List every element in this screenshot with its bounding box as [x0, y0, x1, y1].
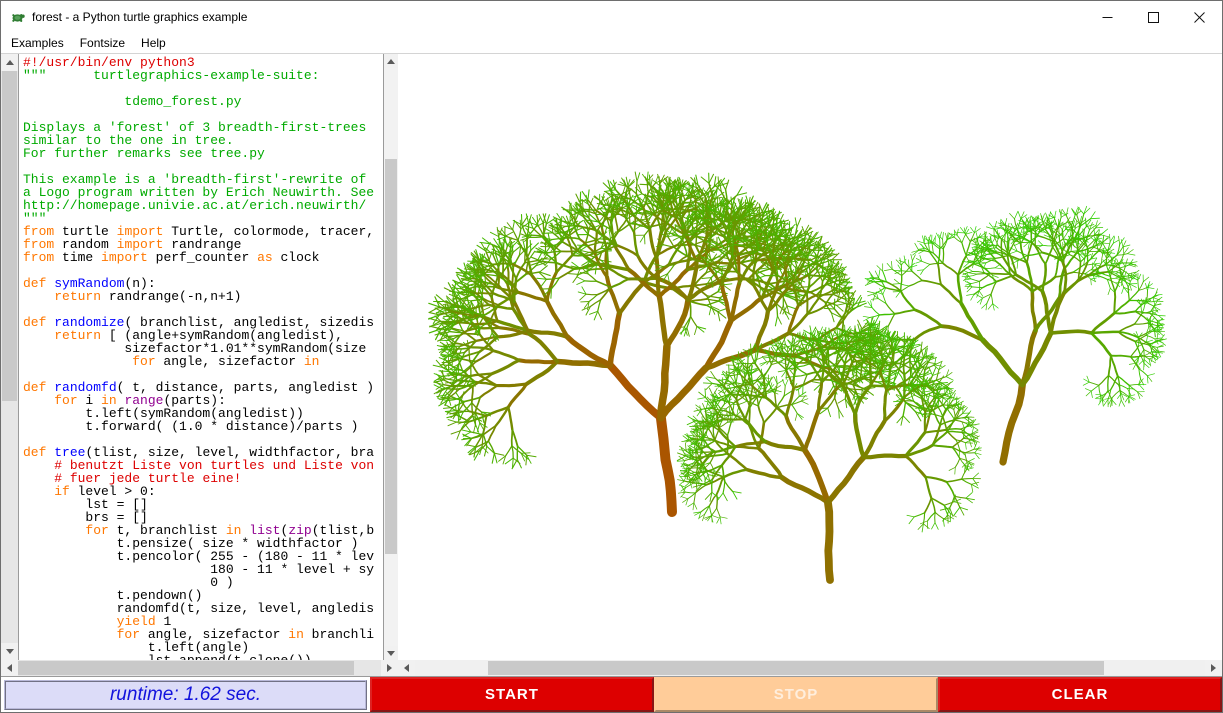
code-editor[interactable]: #!/usr/bin/env python3""" turtlegraphics… [18, 54, 384, 660]
maximize-icon[interactable] [1130, 1, 1176, 33]
close-icon[interactable] [1176, 1, 1222, 33]
minimize-icon[interactable] [1084, 1, 1130, 33]
scroll-up-icon[interactable] [384, 54, 398, 68]
start-button[interactable]: START [370, 677, 654, 712]
turtle-canvas [398, 54, 1222, 660]
window-title: forest - a Python turtle graphics exampl… [32, 10, 247, 24]
scroll-left-icon[interactable] [398, 660, 415, 676]
menu-fontsize[interactable]: Fontsize [72, 34, 133, 52]
scroll-up-icon[interactable] [1, 54, 18, 71]
code-vertical-scrollbar[interactable] [1, 54, 18, 660]
scroll-left-icon[interactable] [1, 660, 18, 676]
clear-button[interactable]: CLEAR [938, 677, 1222, 712]
turtle-icon [10, 9, 26, 25]
scroll-down-icon[interactable] [1, 643, 18, 660]
scroll-down-icon[interactable] [384, 646, 398, 660]
app-window: forest - a Python turtle graphics exampl… [0, 0, 1223, 713]
scroll-right-icon[interactable] [381, 660, 398, 676]
code-horizontal-scrollbar[interactable] [1, 660, 398, 676]
runtime-label: runtime: 1.62 sec. [4, 680, 367, 710]
code-vscroll-thumb[interactable] [2, 71, 17, 401]
main-area: #!/usr/bin/env python3""" turtlegraphics… [1, 54, 1222, 660]
stop-button[interactable]: STOP [654, 677, 938, 712]
window-controls [1084, 1, 1222, 33]
menu-bar: Examples Fontsize Help [1, 33, 1222, 54]
menu-examples[interactable]: Examples [3, 34, 72, 52]
menu-help[interactable]: Help [133, 34, 174, 52]
scrollbar-row [1, 660, 1222, 677]
scroll-right-icon[interactable] [1205, 660, 1222, 676]
forest-drawing [398, 54, 1222, 660]
canvas-horizontal-scrollbar[interactable] [398, 660, 1222, 676]
canvas-vertical-scrollbar[interactable] [384, 54, 398, 660]
canvas-hscroll-thumb[interactable] [488, 661, 1104, 675]
title-bar: forest - a Python turtle graphics exampl… [1, 1, 1222, 33]
canvas-vscroll-thumb[interactable] [385, 159, 397, 554]
control-bar: runtime: 1.62 sec. START STOP CLEAR [1, 677, 1222, 712]
code-hscroll-thumb[interactable] [18, 661, 354, 675]
